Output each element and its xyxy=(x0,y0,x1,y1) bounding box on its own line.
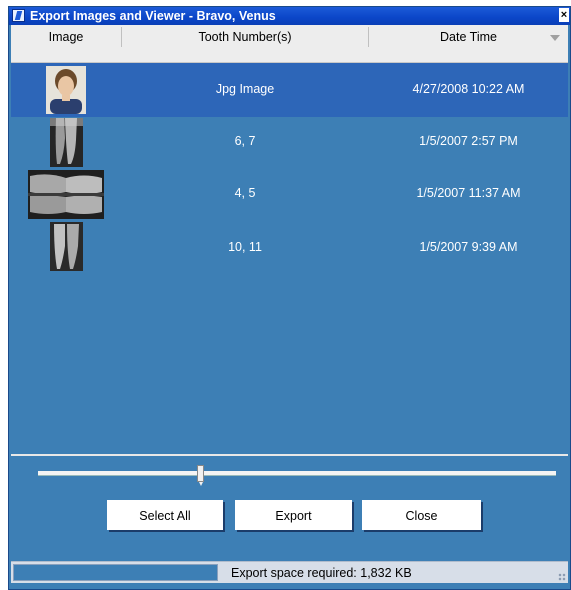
xray-thumbnail[interactable] xyxy=(50,222,83,271)
close-button[interactable]: Close xyxy=(362,500,481,530)
portrait-photo-icon xyxy=(46,66,86,114)
export-images-window: Export Images and Viewer - Bravo, Venus … xyxy=(8,6,571,590)
title-bar[interactable]: Export Images and Viewer - Bravo, Venus … xyxy=(9,7,570,25)
window-title: Export Images and Viewer - Bravo, Venus xyxy=(30,9,276,23)
status-bar: Export space required: 1,832 KB xyxy=(11,561,568,583)
row-datetime-cell: 1/5/2007 9:39 AM xyxy=(419,240,518,254)
thumbnail-size-slider-thumb[interactable] xyxy=(197,465,204,486)
app-icon xyxy=(12,9,25,22)
row-teeth-cell: 6, 7 xyxy=(234,134,256,148)
select-all-button[interactable]: Select All xyxy=(107,500,223,530)
table-row[interactable]: Jpg Image 4/27/2008 10:22 AM xyxy=(11,63,568,117)
close-window-button[interactable]: × xyxy=(559,8,569,22)
resize-grip-icon[interactable] xyxy=(558,573,566,581)
export-space-status: Export space required: 1,832 KB xyxy=(231,566,412,580)
xray-thumbnail[interactable] xyxy=(50,118,83,167)
grid-header: Image Tooth Number(s) Date Time xyxy=(11,25,568,63)
row-datetime-cell: 4/27/2008 10:22 AM xyxy=(412,82,525,96)
thumbnail-size-slider-track[interactable] xyxy=(38,471,556,476)
xray-icon xyxy=(50,222,83,271)
grid-bottom-border xyxy=(11,454,568,456)
sort-descending-icon xyxy=(550,35,560,41)
table-row[interactable]: 10, 11 1/5/2007 9:39 AM xyxy=(11,221,568,275)
portrait-thumbnail[interactable] xyxy=(46,66,86,114)
table-row[interactable]: 4, 5 1/5/2007 11:37 AM xyxy=(11,169,568,221)
row-teeth-cell: Jpg Image xyxy=(215,82,275,96)
export-button[interactable]: Export xyxy=(235,500,352,530)
export-progress-bar xyxy=(13,564,218,581)
column-header-date-time[interactable]: Date Time xyxy=(369,25,568,63)
row-datetime-cell: 1/5/2007 11:37 AM xyxy=(416,186,521,200)
xray-icon xyxy=(50,118,83,167)
row-teeth-cell: 4, 5 xyxy=(234,186,256,200)
column-header-tooth-numbers[interactable]: Tooth Number(s) xyxy=(122,25,368,63)
xray-thumbnail[interactable] xyxy=(28,170,104,219)
row-teeth-cell: 10, 11 xyxy=(228,240,262,254)
xray-icon xyxy=(28,170,104,219)
column-header-image[interactable]: Image xyxy=(11,25,121,63)
row-datetime-cell: 1/5/2007 2:57 PM xyxy=(419,134,518,148)
table-row[interactable]: 6, 7 1/5/2007 2:57 PM xyxy=(11,117,568,169)
